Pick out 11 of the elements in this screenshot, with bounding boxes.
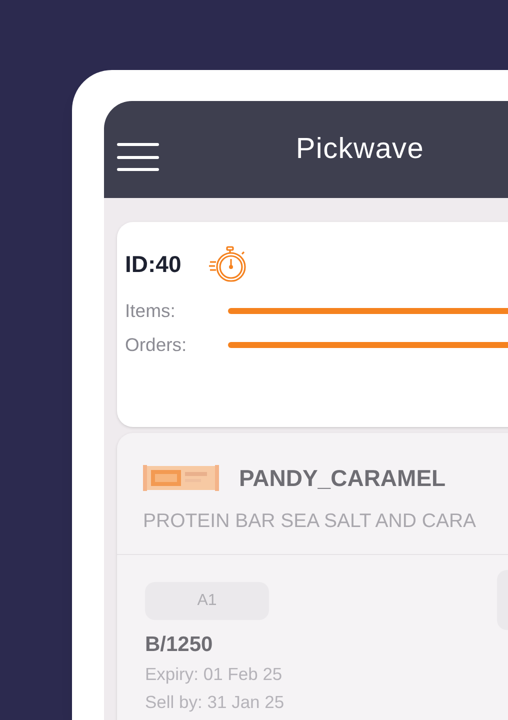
progress-label: Orders:	[125, 332, 188, 357]
sell-by-date: Sell by: 31 Jan 25	[145, 690, 286, 714]
expiry-date: Expiry: 01 Feb 25	[145, 662, 284, 686]
location-label: A1	[145, 582, 269, 620]
menu-icon[interactable]	[117, 143, 159, 171]
product-name: PANDY_CARAMEL	[239, 464, 446, 493]
app-title: Pickwave	[296, 132, 424, 167]
batch-number: B/1250	[145, 632, 214, 658]
product-description: PROTEIN BAR SEA SALT AND CARA	[142, 508, 478, 534]
progress-label: Items:	[125, 299, 176, 323]
wave-id: ID:40	[125, 250, 182, 280]
